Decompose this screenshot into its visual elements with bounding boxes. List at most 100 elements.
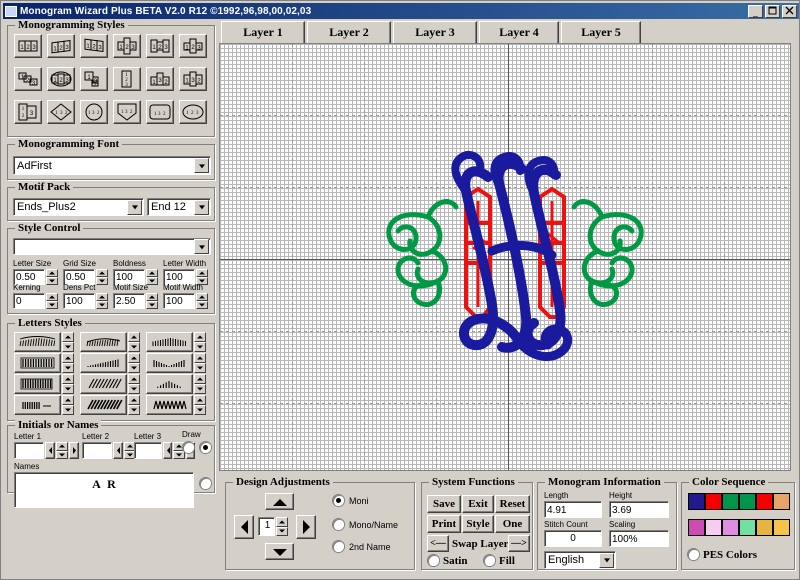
- field-stepper-0[interactable]: [46, 269, 58, 285]
- length-input[interactable]: 4.91: [544, 501, 602, 518]
- font-combobox[interactable]: AdFirst: [13, 156, 211, 175]
- radio-2nd-name[interactable]: [333, 541, 344, 552]
- language-combobox[interactable]: English: [544, 551, 616, 569]
- reset-button[interactable]: Reset: [495, 495, 530, 513]
- letter-style-stepper-6[interactable]: [194, 353, 206, 373]
- radio-moni[interactable]: [333, 495, 344, 506]
- letter-style-stepper-8[interactable]: [128, 374, 140, 394]
- tab-layer-4[interactable]: Layer 4: [479, 21, 559, 43]
- letter-style-stepper-7[interactable]: [62, 374, 74, 394]
- motif-end-combobox[interactable]: End 12: [147, 198, 211, 216]
- letter-style-stepper-10[interactable]: [62, 395, 74, 415]
- letter-style-button-1[interactable]: [14, 332, 61, 352]
- letter-style-stepper-1[interactable]: [62, 332, 74, 352]
- move-right-button[interactable]: [296, 515, 316, 539]
- letter-style-stepper-11[interactable]: [128, 395, 140, 415]
- swap-layer-prev-button[interactable]: <—: [427, 535, 449, 552]
- color-swatch[interactable]: [722, 519, 739, 536]
- letter2-input[interactable]: [82, 442, 112, 459]
- scaling-input[interactable]: 100%: [609, 530, 669, 547]
- letter-style-button-7[interactable]: [14, 374, 61, 394]
- color-swatch[interactable]: [773, 493, 790, 510]
- monogram-style-button-8[interactable]: 123: [47, 67, 75, 91]
- draw-radio-on[interactable]: [200, 442, 211, 453]
- monogram-style-button-10[interactable]: 123: [113, 67, 141, 91]
- field-input-4[interactable]: 0: [13, 293, 45, 309]
- style-button[interactable]: Style: [462, 515, 494, 533]
- style-control-combobox[interactable]: [13, 238, 211, 255]
- field-stepper-6[interactable]: [146, 293, 158, 309]
- stitch-count-input[interactable]: 0: [544, 530, 602, 547]
- monogram-style-button-7[interactable]: 123: [14, 67, 42, 91]
- color-swatch[interactable]: [688, 519, 705, 536]
- field-stepper-4[interactable]: [46, 293, 58, 309]
- letter-style-button-12[interactable]: [146, 395, 193, 415]
- move-up-button[interactable]: [265, 493, 294, 510]
- letter-style-stepper-2[interactable]: [128, 332, 140, 352]
- letter-style-button-3[interactable]: [146, 332, 193, 352]
- draw-radio-off[interactable]: [183, 442, 194, 453]
- color-swatch[interactable]: [739, 519, 756, 536]
- color-swatch[interactable]: [739, 493, 756, 510]
- swap-layer-next-button[interactable]: —>: [508, 535, 530, 552]
- field-stepper-1[interactable]: [96, 269, 108, 285]
- letter-style-button-5[interactable]: [80, 353, 127, 373]
- print-button[interactable]: Print: [427, 515, 461, 533]
- monogram-style-button-11[interactable]: 132: [146, 67, 174, 91]
- monogram-style-button-9[interactable]: 132: [80, 67, 108, 91]
- adjust-counter-stepper[interactable]: [276, 517, 288, 536]
- letter-style-stepper-5[interactable]: [128, 353, 140, 373]
- one-button[interactable]: One: [495, 515, 530, 533]
- color-swatch[interactable]: [773, 519, 790, 536]
- letter-style-button-2[interactable]: [80, 332, 127, 352]
- minimize-button[interactable]: _: [748, 4, 763, 18]
- letter-style-stepper-12[interactable]: [194, 395, 206, 415]
- move-left-button[interactable]: [234, 515, 254, 539]
- letter-style-stepper-4[interactable]: [62, 353, 74, 373]
- height-input[interactable]: 3.69: [609, 501, 669, 518]
- color-swatch[interactable]: [705, 493, 722, 510]
- letter-style-button-9[interactable]: [146, 374, 193, 394]
- chevron-down-icon[interactable]: [194, 199, 209, 215]
- chevron-down-icon[interactable]: [194, 158, 209, 173]
- monogram-style-button-13[interactable]: 1 23: [14, 100, 42, 124]
- tab-layer-2[interactable]: Layer 2: [307, 21, 391, 43]
- field-stepper-7[interactable]: [196, 293, 208, 309]
- radio-pes-colors[interactable]: [688, 549, 699, 560]
- letter3-prev-button[interactable]: [163, 442, 172, 459]
- letter-style-button-11[interactable]: [80, 395, 127, 415]
- monogram-style-button-15[interactable]: 132: [80, 100, 108, 124]
- monogram-style-button-17[interactable]: 132: [146, 100, 174, 124]
- chevron-down-icon[interactable]: [127, 199, 142, 215]
- color-swatch[interactable]: [688, 493, 705, 510]
- color-swatch[interactable]: [705, 519, 722, 536]
- letter-style-button-4[interactable]: [14, 353, 61, 373]
- monogram-style-button-2[interactable]: 123: [47, 34, 75, 58]
- tab-layer-3[interactable]: Layer 3: [393, 21, 477, 43]
- adjust-counter-input[interactable]: 1: [258, 517, 275, 536]
- monogram-style-button-1[interactable]: 123: [14, 34, 42, 58]
- motif-pack-combobox[interactable]: Ends_Plus2: [13, 198, 144, 216]
- monogram-style-button-18[interactable]: 123: [179, 100, 207, 124]
- names-radio[interactable]: [200, 478, 211, 489]
- field-stepper-5[interactable]: [96, 293, 108, 309]
- chevron-down-icon[interactable]: [194, 239, 209, 254]
- close-button[interactable]: [782, 4, 797, 18]
- letter1-input[interactable]: [14, 442, 44, 459]
- letter1-prev-button[interactable]: [45, 442, 55, 459]
- letter-style-stepper-3[interactable]: [194, 332, 206, 352]
- letter-style-button-8[interactable]: [80, 374, 127, 394]
- save-button[interactable]: Save: [427, 495, 461, 513]
- color-swatch[interactable]: [756, 519, 773, 536]
- monogram-style-button-4[interactable]: 123: [113, 34, 141, 58]
- radio-mono-name[interactable]: [333, 519, 344, 530]
- letter1-stepper[interactable]: [56, 442, 68, 459]
- exit-button[interactable]: Exit: [462, 495, 494, 513]
- monogram-style-button-16[interactable]: 132: [113, 100, 141, 124]
- field-input-5[interactable]: 100: [63, 293, 95, 309]
- letter1-next-button[interactable]: [69, 442, 79, 459]
- move-down-button[interactable]: [265, 543, 294, 560]
- maximize-button[interactable]: [765, 4, 780, 18]
- monogram-style-button-6[interactable]: 123: [179, 34, 207, 58]
- field-input-6[interactable]: 2.50: [113, 293, 145, 309]
